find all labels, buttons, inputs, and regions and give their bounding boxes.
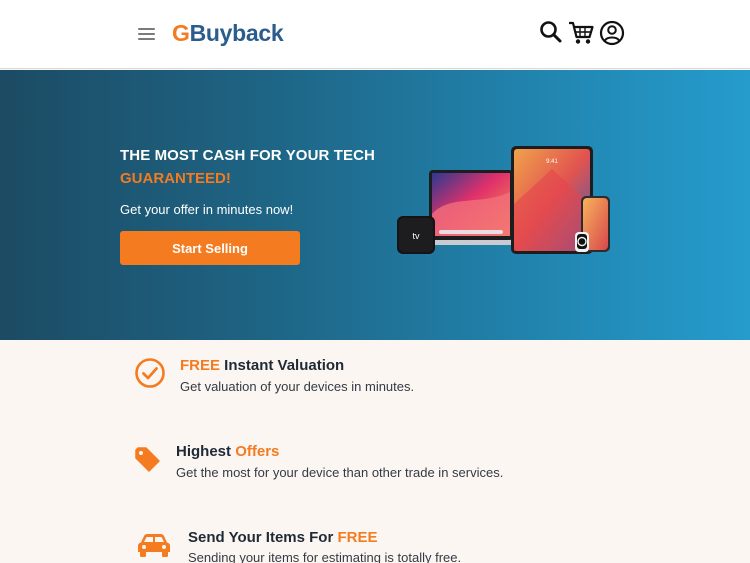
- apple-devices-image: 9:41 tv: [395, 144, 615, 256]
- feature-description: Get the most for your device than other …: [176, 465, 504, 480]
- price-tag-icon: [134, 446, 162, 479]
- site-header: GBuyback: [0, 0, 750, 69]
- apple-tv-label: tv: [412, 231, 420, 241]
- car-icon: [134, 532, 174, 563]
- hamburger-menu-icon[interactable]: [138, 27, 155, 40]
- hero-title: THE MOST CASH FOR YOUR TECH: [120, 147, 375, 164]
- hero-banner: THE MOST CASH FOR YOUR TECH GUARANTEED! …: [0, 70, 750, 340]
- feature-title: Send Your Items For FREE: [188, 529, 378, 546]
- start-selling-button[interactable]: Start Selling: [120, 231, 300, 265]
- hero-guarantee: GUARANTEED!: [120, 170, 231, 187]
- logo[interactable]: GBuyback: [172, 19, 284, 47]
- feature-description: Sending your items for estimating is tot…: [188, 550, 462, 563]
- checkmark-circle-icon: [134, 357, 166, 394]
- hero-subtitle: Get your offer in minutes now!: [120, 202, 294, 217]
- cart-icon[interactable]: [567, 20, 595, 46]
- ipad-time: 9:41: [546, 159, 558, 165]
- search-icon[interactable]: [539, 20, 565, 46]
- user-account-icon[interactable]: [599, 20, 625, 46]
- feature-description: Get valuation of your devices in minutes…: [180, 379, 415, 394]
- feature-title: FREE Instant Valuation: [180, 357, 345, 374]
- feature-title: Highest Offers: [176, 443, 280, 460]
